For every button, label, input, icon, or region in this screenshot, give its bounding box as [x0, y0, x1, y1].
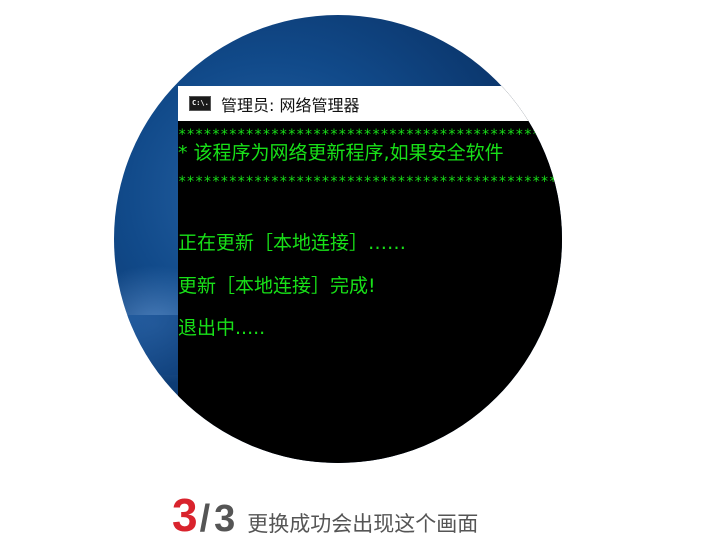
- console-line-updating: 正在更新［本地连接］……: [178, 232, 407, 254]
- step-separator: /: [199, 498, 211, 540]
- console-line-update-complete: 更新［本地连接］完成!: [178, 275, 376, 297]
- console-window: C:\. 管理员: 网络管理器 ************************…: [178, 86, 562, 463]
- step-total-number: 3: [214, 498, 236, 540]
- step-current-number: 3: [172, 489, 198, 541]
- console-line-border-bottom: ****************************************…: [178, 174, 562, 190]
- cmd-icon-glyph: C:\.: [192, 99, 209, 107]
- console-output: ****************************************…: [178, 121, 562, 463]
- step-description: 更换成功会出现这个画面: [247, 512, 479, 536]
- cmd-icon: C:\.: [189, 96, 211, 111]
- step-caption: 3 / 3 更换成功会出现这个画面: [172, 490, 478, 540]
- desktop-wallpaper-panel: [114, 315, 184, 375]
- window-titlebar[interactable]: C:\. 管理员: 网络管理器: [178, 86, 562, 121]
- console-line-exiting: 退出中.....: [178, 317, 266, 339]
- screenshot-circle: C:\. 管理员: 网络管理器 ************************…: [114, 15, 562, 463]
- window-title: 管理员: 网络管理器: [221, 95, 360, 115]
- console-line-notice: * 该程序为网络更新程序,如果安全软件: [178, 142, 504, 164]
